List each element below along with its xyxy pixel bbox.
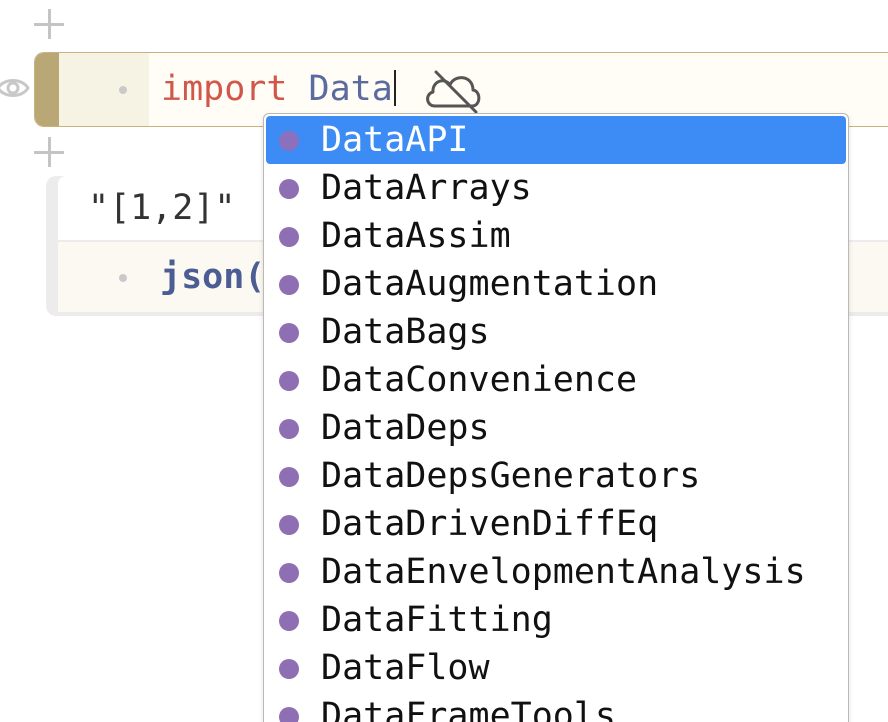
module-kind-icon [279,515,299,535]
autocomplete-item[interactable]: DataAPI [266,116,846,164]
module-kind-icon [279,227,299,247]
import-keyword: import [161,69,288,109]
autocomplete-item-label: DataFlow [321,648,490,688]
module-kind-icon [279,611,299,631]
add-cell-below-button[interactable] [32,135,66,169]
autocomplete-item[interactable]: DataFitting [266,596,846,644]
autocomplete-item[interactable]: DataAugmentation [266,260,846,308]
autocomplete-item-label: DataBags [321,312,490,352]
autocomplete-item[interactable]: DataBags [266,308,846,356]
cell-gutter [59,53,149,126]
autocomplete-item[interactable]: DataAssim [266,212,846,260]
autocomplete-item[interactable]: DataDrivenDiffEq [266,500,846,548]
module-kind-icon [279,563,299,583]
autocomplete-item[interactable]: DataEnvelopmentAnalysis [266,548,846,596]
module-kind-icon [279,707,299,722]
eye-icon[interactable] [0,71,30,105]
autocomplete-popup[interactable]: DataAPI DataArrays DataAssim DataAugmentati… [263,113,849,722]
autocomplete-item-label: DataAPI [321,120,469,160]
code-editor-line[interactable]: json( [160,257,265,297]
module-kind-icon [279,467,299,487]
module-kind-icon [279,131,299,151]
output-text: "[1,2]" [88,188,236,228]
autocomplete-item-label: DataConvenience [321,360,638,400]
autocomplete-item-label: DataDrivenDiffEq [321,504,659,544]
autocomplete-item-label: DataDepsGenerators [321,456,701,496]
autocomplete-item[interactable]: DataArrays [266,164,846,212]
cell-drag-handle[interactable] [35,53,59,126]
autocomplete-item-label: DataAugmentation [321,264,659,304]
autocomplete-item[interactable]: DataDeps [266,404,846,452]
autocomplete-item-label: DataEnvelopmentAnalysis [321,552,806,592]
add-cell-above-button[interactable] [32,7,66,41]
module-kind-icon [279,659,299,679]
module-kind-icon [279,275,299,295]
line-bullet [119,274,127,282]
autocomplete-item-label: DataArrays [321,168,532,208]
typed-module-name: Data [308,69,393,109]
notebook-page: import Data "[1,2]" json( DataAPI DataArr… [0,0,888,722]
autocomplete-item-label: DataFitting [321,600,553,640]
autocomplete-item[interactable]: DataFlow [266,644,846,692]
module-kind-icon [279,179,299,199]
cloud-off-icon [426,70,481,114]
autocomplete-list: DataAPI DataArrays DataAssim DataAugmentati… [264,114,848,722]
line-bullet [119,86,127,94]
module-kind-icon [279,419,299,439]
autocomplete-item-label: DataAssim [321,216,511,256]
text-caret [393,70,396,106]
autocomplete-item[interactable]: DataFrameTools [266,692,846,722]
autocomplete-item[interactable]: DataDepsGenerators [266,452,846,500]
autocomplete-item[interactable]: DataConvenience [266,356,846,404]
module-kind-icon [279,371,299,391]
autocomplete-item-label: DataDeps [321,408,490,448]
autocomplete-item-label: DataFrameTools [321,696,617,722]
function-call: json( [160,257,266,297]
module-kind-icon [279,323,299,343]
code-editor-line[interactable]: import Data [161,69,396,109]
